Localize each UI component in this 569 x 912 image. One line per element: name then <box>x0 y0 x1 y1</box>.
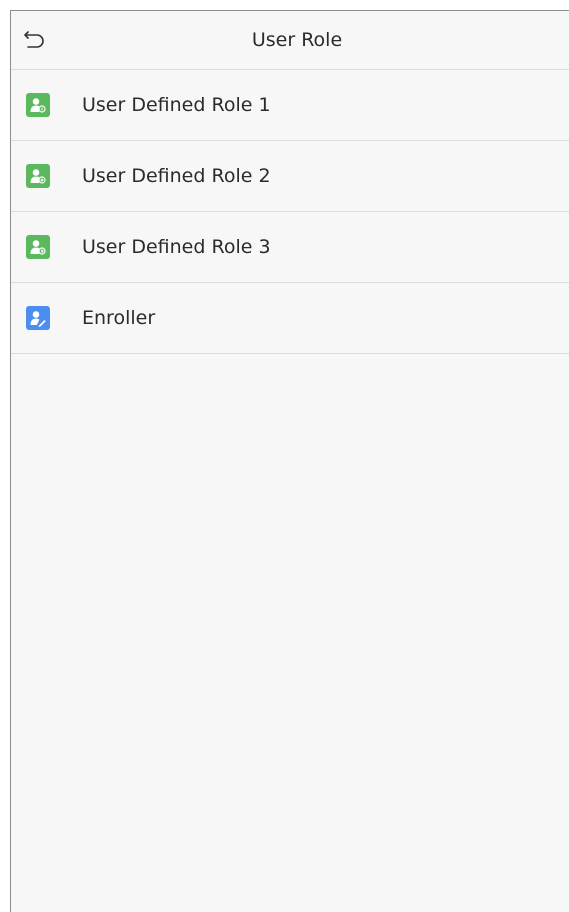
role-list: User Defined Role 1 User Defined Role 2 <box>11 70 569 354</box>
page-title: User Role <box>251 29 343 51</box>
role-item-2[interactable]: User Defined Role 2 <box>11 141 569 212</box>
role-item-3[interactable]: User Defined Role 3 <box>11 212 569 283</box>
role-item-enroller[interactable]: Enroller <box>11 283 569 354</box>
enroller-icon <box>26 306 50 330</box>
user-role-2-icon <box>26 164 50 188</box>
role-item-1[interactable]: User Defined Role 1 <box>11 70 569 141</box>
header-bar: User Role <box>11 11 569 70</box>
user-role-screen: User Role User Defined Role 1 User Defin… <box>10 10 569 912</box>
role-label: Enroller <box>82 307 156 329</box>
role-label: User Defined Role 2 <box>82 165 271 187</box>
role-label: User Defined Role 3 <box>82 236 271 258</box>
user-role-3-icon <box>26 235 50 259</box>
user-role-1-icon <box>26 93 50 117</box>
role-label: User Defined Role 1 <box>82 94 271 116</box>
